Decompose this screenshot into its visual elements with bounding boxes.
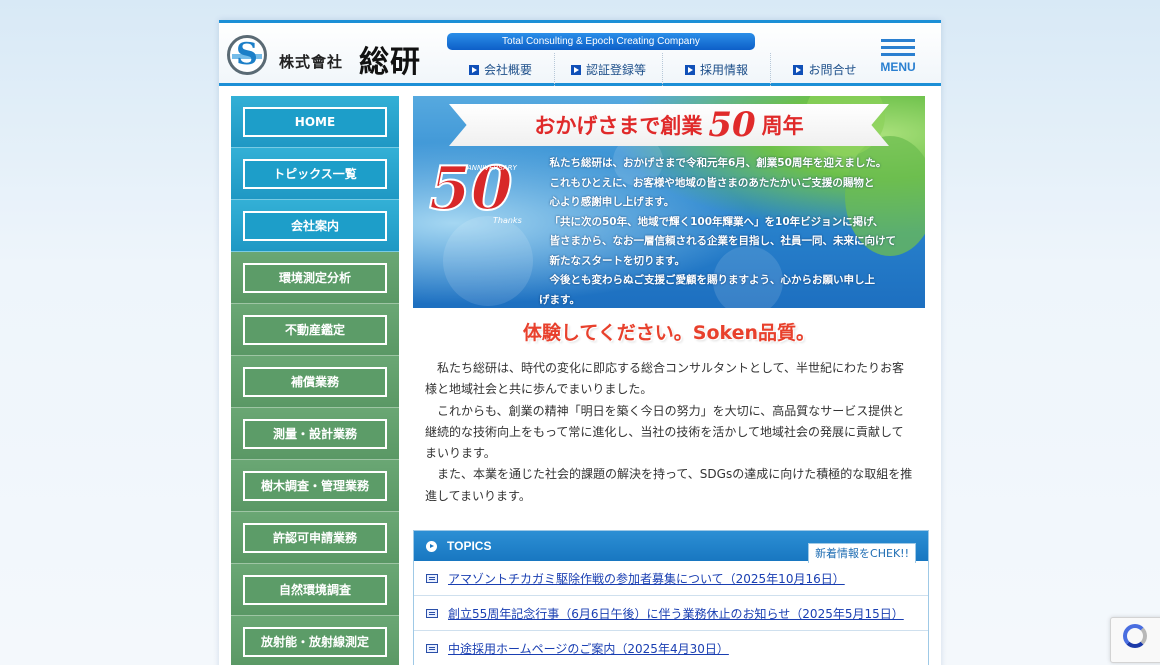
nav-label: 採用情報	[699, 63, 748, 77]
nav-company-profile[interactable]: 会社概要	[447, 53, 555, 86]
menu-button[interactable]: MENU	[875, 39, 921, 79]
sidebar-item-label: 放射能・放射線測定	[243, 626, 387, 657]
company-logo-icon[interactable]: S	[227, 35, 267, 75]
header-nav: 会社概要 認証登録等 採用情報 お問合せ	[447, 53, 913, 86]
badge-word-top: ANNIVERSARY	[467, 164, 517, 172]
sidebar-item-tree-survey[interactable]: 樹木調査・管理業務	[231, 460, 399, 512]
recaptcha-icon	[1123, 624, 1147, 648]
badge-word-bottom: Thanks	[493, 216, 522, 225]
recaptcha-badge[interactable]	[1110, 617, 1160, 663]
sidebar-item-permits[interactable]: 許認可申請業務	[231, 512, 399, 564]
banner-line: 皆さまから、なお一層信頼される企業を目指し、社員一同、未来に向けて	[549, 235, 897, 247]
sidebar-item-label: 許認可申請業務	[243, 522, 387, 553]
document-icon	[426, 573, 438, 583]
anniversary-ribbon: おかげさまで創業 50 周年	[449, 104, 889, 146]
menu-label: MENU	[880, 60, 916, 74]
company-prefix: 株式會社	[279, 53, 344, 71]
topics-header: TOPICS 新着情報をCHEK!!	[414, 531, 928, 563]
sidebar-item-survey-design[interactable]: 測量・設計業務	[231, 408, 399, 460]
company-name[interactable]: 総研	[359, 37, 421, 81]
sidebar-item-label: トピックス一覧	[243, 158, 387, 189]
sidebar-item-label: HOME	[243, 106, 387, 137]
nav-label: お問合せ	[808, 63, 857, 77]
intro-paragraph: 私たち総研は、時代の変化に即応する総合コンサルタントとして、半世紀にわたりお客様…	[425, 361, 905, 397]
nav-label: 会社概要	[483, 63, 532, 77]
topics-panel: TOPICS 新着情報をCHEK!! アマゾントチカガミ駆除作戦の参加者募集につ…	[413, 530, 929, 665]
sidebar-item-label: 不動産鑑定	[243, 314, 387, 345]
intro-paragraph: これからも、創業の精神「明日を築く今日の努力」を大切に、高品質なサービス提供と継…	[425, 403, 905, 461]
page-container: S 株式會社 総研 Total Consulting & Epoch Creat…	[219, 20, 941, 665]
arrow-bullet-icon	[684, 64, 695, 75]
sidebar-item-compensation[interactable]: 補償業務	[231, 356, 399, 408]
sidebar-item-environment-measurement[interactable]: 環境測定分析	[231, 252, 399, 304]
sidebar-item-company[interactable]: 会社案内	[231, 200, 399, 252]
banner-line: 今後とも変わらぬご支援ご愛顧を賜りますよう、心からお願い申し上	[549, 274, 876, 286]
topics-title: TOPICS	[447, 539, 492, 553]
banner-line: 私たち総研は、おかげさまで令和元年6月、創業50周年を迎えました。	[549, 157, 887, 169]
document-icon	[426, 608, 438, 618]
sidebar-item-nature-survey[interactable]: 自然環境調査	[231, 564, 399, 616]
sidebar-nav: HOME トピックス一覧 会社案内 環境測定分析 不動産鑑定 補償業務 測量・設…	[231, 96, 399, 665]
hamburger-icon	[875, 39, 921, 56]
anniversary-banner: おかげさまで創業 50 周年 50 ANNIVERSARY Thanks 私たち…	[413, 96, 925, 308]
arrow-bullet-icon	[793, 64, 804, 75]
topic-link[interactable]: 中途採用ホームページのご案内（2025年4月30日）	[448, 640, 729, 657]
site-header: S 株式會社 総研 Total Consulting & Epoch Creat…	[219, 20, 941, 86]
nav-contact[interactable]: お問合せ	[771, 53, 879, 86]
list-item: 創立55周年記念行事（6月6日午後）に伴う業務休止のお知らせ（2025年5月15…	[414, 596, 928, 631]
intro-text: 私たち総研は、時代の変化に即応する総合コンサルタントとして、半世紀にわたりお客様…	[425, 358, 915, 507]
sidebar-item-label: 自然環境調査	[243, 574, 387, 605]
nav-label: 認証登録等	[585, 63, 646, 77]
ribbon-number: 50	[708, 105, 756, 145]
topics-check-tab[interactable]: 新着情報をCHEK!!	[808, 543, 916, 563]
arrow-bullet-icon	[570, 64, 581, 75]
document-icon	[426, 643, 438, 653]
sidebar-item-topics[interactable]: トピックス一覧	[231, 148, 399, 200]
sidebar-item-label: 補償業務	[243, 366, 387, 397]
nav-recruitment[interactable]: 採用情報	[663, 53, 771, 86]
banner-line: 「共に次の50年、地域で輝く100年輝業へ」を10年ビジョンに掲げ、	[549, 215, 884, 228]
sidebar-item-real-estate[interactable]: 不動産鑑定	[231, 304, 399, 356]
banner-line: これもひとえに、お客様や地域の皆さまのあたたかいご支援の賜物と	[549, 176, 875, 189]
banner-message: 私たち総研は、おかげさまで令和元年6月、創業50周年を迎えました。 これもひとえ…	[539, 154, 919, 308]
sidebar-item-home[interactable]: HOME	[231, 96, 399, 148]
ribbon-text-after: 周年	[761, 114, 804, 138]
sidebar-item-label: 会社案内	[243, 210, 387, 241]
sidebar-item-radiation[interactable]: 放射能・放射線測定	[231, 616, 399, 665]
topic-link[interactable]: 創立55周年記念行事（6月6日午後）に伴う業務休止のお知らせ（2025年5月15…	[448, 605, 904, 622]
sidebar-item-label: 環境測定分析	[243, 262, 387, 293]
banner-line: 新たなスタートを切ります。	[549, 254, 685, 267]
sidebar-item-label: 測量・設計業務	[243, 418, 387, 449]
intro-paragraph: また、本業を通じた社会的課題の解決を持って、SDGsの達成に向けた積極的な取組を…	[425, 467, 913, 503]
banner-line: 心より感謝申し上げます。	[549, 196, 675, 208]
topic-link[interactable]: アマゾントチカガミ駆除作戦の参加者募集について（2025年10月16日）	[448, 570, 845, 587]
arrow-circle-icon	[426, 540, 437, 552]
sidebar-item-label: 樹木調査・管理業務	[243, 470, 387, 501]
banner-line: げます。	[539, 293, 580, 306]
anniversary-badge: 50 ANNIVERSARY Thanks	[425, 153, 533, 234]
tagline-banner: Total Consulting & Epoch Creating Compan…	[447, 33, 755, 50]
arrow-bullet-icon	[468, 64, 479, 75]
quality-heading: 体験してください。Soken品質。	[522, 322, 816, 344]
list-item: アマゾントチカガミ駆除作戦の参加者募集について（2025年10月16日）	[414, 561, 928, 596]
list-item: 中途採用ホームページのご案内（2025年4月30日）	[414, 631, 928, 665]
nav-certifications[interactable]: 認証登録等	[555, 53, 663, 86]
ribbon-text-before: おかげさまで創業	[534, 114, 703, 138]
